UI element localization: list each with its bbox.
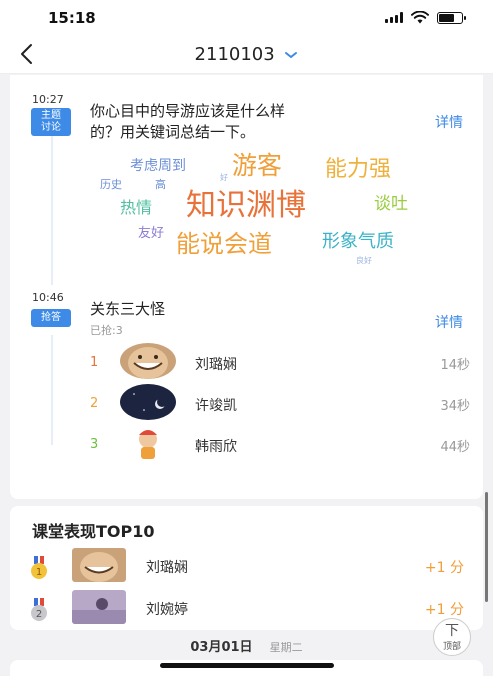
quiz-title: 关东三大怪 [90,300,166,318]
avatar [120,384,176,420]
medal-rank: 1 [36,567,42,578]
word-cloud-term: 知识渊博 [186,188,306,223]
timeline-card: 10:27 主题 讨论 你心目中的导游应该是什么样 的？用关键词总结一下。 详情… [10,75,483,499]
word-cloud-term: 游客 [232,151,283,180]
word-cloud-term: 谈吐 [374,194,408,214]
badge-line: 主题 [41,110,61,121]
wifi-icon [411,11,429,24]
weekday-label: 星期二 [269,641,303,654]
score-value: +1 分 [424,560,464,576]
status-icons [385,11,466,24]
rank-row: 2 许竣凯 34秒 [90,384,480,422]
student-name: 刘璐娴 [146,560,188,576]
student-name: 刘璐娴 [195,357,237,373]
rank-number: 1 [90,355,99,370]
question-line: 的？用关键词总结一下。 [90,123,256,141]
gold-medal-icon: 1 [31,556,47,579]
word-cloud-term: 能说会道 [176,230,272,258]
discussion-question: 你心目中的导游应该是什么样 的？用关键词总结一下。 [90,101,285,143]
avatar [120,343,176,379]
answer-time: 34秒 [440,399,470,414]
word-cloud-term: 好 [220,173,228,182]
signal-icon [385,12,403,23]
word-cloud-term: 能力强 [325,157,392,182]
word-cloud-term: 良好 [356,256,372,265]
avatar [72,590,126,624]
timeline-line [51,335,53,445]
class-selector[interactable]: 2110103 [0,44,493,65]
answer-time: 44秒 [440,440,470,455]
arrow-up-icon: 下 [445,623,459,639]
topic-discussion-badge: 主题 讨论 [31,108,71,136]
date-header: 03月01日 星期二 [0,636,493,655]
word-cloud-term: 友好 [138,226,165,241]
question-line: 你心目中的导游应该是什么样 [90,102,286,120]
rank-row: 3 韩雨欣 44秒 [90,425,480,463]
top10-row: 1 刘璐娴 +1 分 [28,548,468,584]
silver-medal-icon: 2 [31,598,47,621]
badge-line: 讨论 [41,122,61,133]
score-value: +1 分 [424,602,464,618]
quick-answer-badge: 抢答 [31,309,71,327]
avatar [120,425,176,461]
battery-icon [437,11,466,24]
status-bar: 15:18 [0,0,493,36]
rank-number: 3 [90,437,99,452]
word-cloud-term: 考虑周到 [130,158,186,174]
student-name: 韩雨欣 [195,439,237,455]
word-cloud-term: 形象气质 [322,231,394,252]
word-cloud-term: 历史 [100,178,122,191]
post-time: 10:46 [32,291,64,304]
home-indicator[interactable] [160,663,334,668]
student-name: 许竣凯 [195,398,237,414]
answered-count: 已抢:3 [90,324,123,337]
page-title: 2110103 [194,44,275,65]
top10-row: 2 刘婉婷 +1 分 [28,590,468,626]
rank-number: 2 [90,396,99,411]
back-to-top-label: 顶部 [442,642,461,652]
answer-time: 14秒 [440,358,470,373]
date-label: 03月01日 [190,640,253,655]
word-cloud-term: 热情 [120,198,153,217]
nav-bar: 2110103 [0,36,493,74]
section-title: 课堂表现TOP10 [32,522,155,541]
status-time: 15:18 [48,9,96,27]
detail-link[interactable]: 详情 [435,112,463,132]
timeline-line [51,115,53,285]
detail-link[interactable]: 详情 [435,312,463,332]
rank-row: 1 刘璐娴 14秒 [90,343,480,381]
avatar [72,548,126,582]
top10-card: 课堂表现TOP10 1 刘璐娴 +1 分 2 刘婉婷 +1 分 [10,506,483,630]
medal-rank: 2 [36,609,42,620]
back-to-top-button[interactable]: 下 顶部 [433,618,471,656]
scrollbar[interactable] [485,492,488,602]
chevron-down-icon [285,52,298,59]
word-cloud-term: 高 [155,178,166,191]
student-name: 刘婉婷 [146,602,188,618]
post-time: 10:27 [32,93,64,106]
